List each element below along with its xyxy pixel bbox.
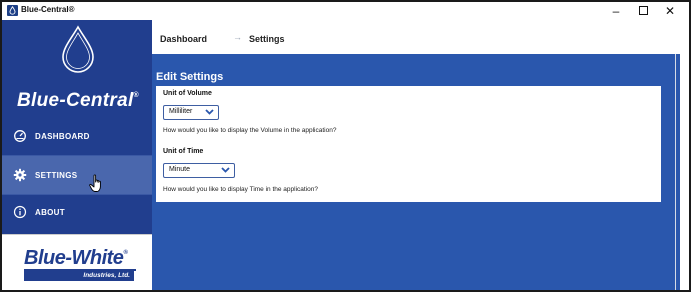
maximize-icon — [638, 6, 648, 16]
hand-pointer-cursor-icon — [89, 174, 101, 192]
breadcrumb-dashboard[interactable]: Dashboard — [160, 34, 207, 44]
blue-white-logo: Blue-White® Industries, Ltd. — [2, 234, 152, 290]
main-content: Edit Settings Unit of Volume Milliliter … — [152, 54, 689, 290]
brand-registered-mark: ® — [133, 92, 140, 99]
time-unit-select[interactable]: Minute — [163, 163, 235, 178]
volume-unit-select[interactable]: Milliliter — [163, 105, 219, 120]
info-icon — [13, 205, 27, 219]
time-unit-value: Minute — [169, 166, 191, 173]
close-button[interactable]: ✕ — [658, 3, 682, 19]
brand-name: Blue-Central® — [8, 90, 148, 112]
breadcrumb-separator-icon: → — [233, 32, 242, 42]
nav-item-dashboard[interactable]: DASHBOARD — [2, 117, 152, 155]
gauge-icon — [14, 130, 26, 142]
vertical-scrollbar[interactable] — [675, 54, 689, 290]
brand-text: Blue-Central — [16, 90, 134, 111]
nav-label-settings: SETTINGS — [35, 171, 78, 180]
blue-white-name: Blue-White — [24, 247, 124, 269]
chevron-down-icon — [205, 109, 214, 115]
settings-panel: Unit of Volume Milliliter How would you … — [156, 86, 661, 202]
title-bar: Blue-Central® – ✕ — [2, 2, 689, 20]
app-window: Blue-Central® – ✕ Blue-Central® DASHBOAR… — [0, 0, 691, 292]
blue-white-registered-mark: ® — [123, 250, 128, 256]
app-drop-icon — [7, 5, 18, 16]
water-drop-icon — [62, 25, 94, 73]
gear-icon — [13, 168, 27, 182]
page-title: Edit Settings — [156, 71, 224, 83]
volume-unit-help: How would you like to display the Volume… — [163, 127, 337, 134]
volume-unit-label: Unit of Volume — [163, 90, 212, 97]
brand-logo: Blue-Central® — [2, 20, 152, 120]
nav-label-about: ABOUT — [35, 208, 65, 217]
minimize-button[interactable]: – — [604, 3, 628, 19]
breadcrumb: Dashboard → Settings — [152, 20, 689, 54]
sidebar: Blue-Central® DASHBOARD SETTINGS ABOUT B… — [2, 20, 152, 290]
blue-white-wordmark: Blue-White® — [24, 247, 128, 270]
nav-item-settings[interactable]: SETTINGS — [2, 156, 152, 194]
breadcrumb-settings: Settings — [249, 34, 285, 44]
window-title: Blue-Central® — [21, 5, 75, 14]
volume-unit-value: Milliliter — [169, 108, 193, 115]
time-unit-help: How would you like to display Time in th… — [163, 186, 319, 193]
nav-item-about[interactable]: ABOUT — [2, 193, 152, 231]
time-unit-label: Unit of Time — [163, 148, 204, 155]
maximize-button[interactable] — [631, 3, 655, 19]
chevron-down-icon — [221, 167, 230, 173]
nav-label-dashboard: DASHBOARD — [35, 132, 90, 141]
blue-white-tagline: Industries, Ltd. — [24, 271, 134, 281]
